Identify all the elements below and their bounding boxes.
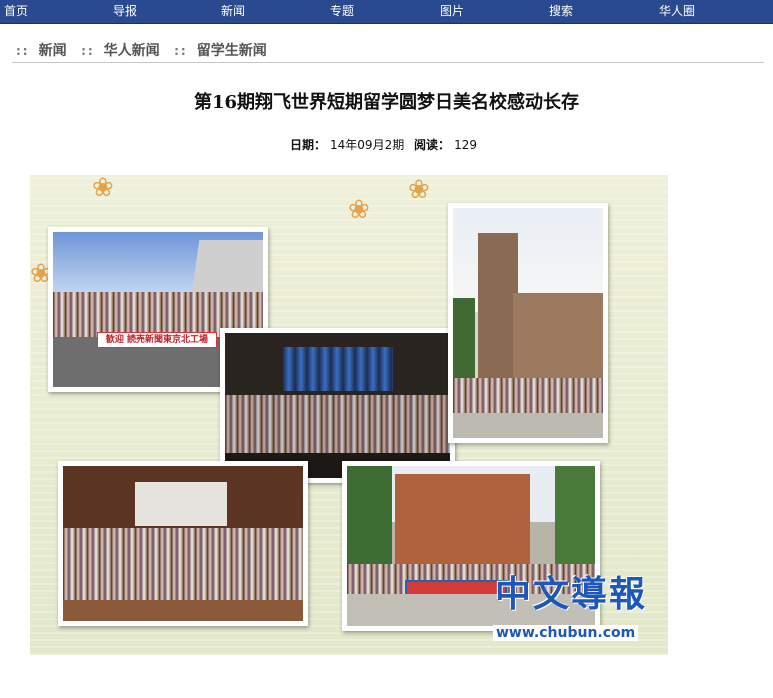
photo-auditorium-group <box>58 461 308 626</box>
nav-daobao[interactable]: 导报 <box>113 0 137 23</box>
read-count-label: 阅读： <box>414 138 451 152</box>
photo-university-tower <box>448 203 608 443</box>
nav-topics[interactable]: 专题 <box>330 0 354 23</box>
nav-search[interactable]: 搜索 <box>549 0 573 23</box>
read-count-value: 129 <box>454 138 477 152</box>
nav-chinese-circle[interactable]: 华人圈 <box>659 0 695 23</box>
date-value: 14年09月2期 <box>330 138 405 152</box>
nav-news[interactable]: 新闻 <box>221 0 245 23</box>
article-meta: 日期： 14年09月2期 阅读： 129 <box>0 136 773 153</box>
flower-decoration-icon: ❀ <box>408 175 430 205</box>
welcome-banner-text: 歓迎 読売新聞東京北工場 <box>105 335 209 345</box>
article-photo-collage: ❀ ❀ ❀ ❀ 歓迎 読売新聞東京北工場 中文導報 www.chubun.com <box>30 175 668 655</box>
breadcrumb-separator: :: <box>174 44 188 58</box>
flower-decoration-icon: ❀ <box>92 175 114 203</box>
top-nav: 首页 导报 新闻 专题 图片 搜索 华人圈 <box>0 0 773 24</box>
chubun-logo: 中文導報 www.chubun.com <box>465 565 665 655</box>
nav-photos[interactable]: 图片 <box>440 0 464 23</box>
nav-home[interactable]: 首页 <box>4 0 28 23</box>
breadcrumb-separator: :: <box>16 44 30 58</box>
breadcrumb-student-news[interactable]: 留学生新闻 <box>197 43 267 59</box>
flower-decoration-icon: ❀ <box>348 195 370 225</box>
date-label: 日期： <box>290 138 327 152</box>
logo-url-text: www.chubun.com <box>493 625 639 641</box>
breadcrumb-chinese-news[interactable]: 华人新闻 <box>104 43 160 59</box>
photo-newsroom <box>220 328 455 483</box>
logo-chinese-text: 中文導報 <box>495 573 648 615</box>
welcome-banner: 歓迎 読売新聞東京北工場 <box>97 332 217 348</box>
breadcrumb: :: 新闻 :: 华人新闻 :: 留学生新闻 <box>12 40 764 63</box>
breadcrumb-separator: :: <box>81 44 95 58</box>
breadcrumb-news[interactable]: 新闻 <box>39 43 67 59</box>
article-title: 第16期翔飞世界短期留学圆梦日美名校感动长存 <box>193 92 580 113</box>
